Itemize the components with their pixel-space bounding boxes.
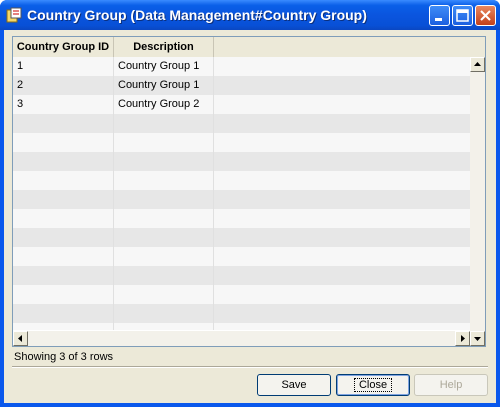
dialog-body: Country Group ID Description 1 Country G… [4,30,496,403]
grid-rows: 1 Country Group 1 2 Country Group 1 3 Co… [13,57,470,330]
vertical-scrollbar[interactable] [470,57,485,346]
scroll-down-button[interactable] [470,331,485,346]
empty-row [13,152,470,171]
save-button[interactable]: Save [257,374,331,396]
grid-header: Country Group ID Description [13,37,485,58]
table-row[interactable]: 1 Country Group 1 [13,57,470,76]
cell-description: Country Group 2 [114,95,214,114]
save-button-label: Save [281,379,307,391]
minimize-button[interactable] [429,5,450,26]
cell-country-group-id: 1 [13,57,114,76]
cell-country-group-id: 2 [13,76,114,95]
table-row[interactable]: 2 Country Group 1 [13,76,470,95]
empty-row [13,285,470,304]
empty-row [13,304,470,323]
empty-row [13,323,470,330]
arrow-right-icon [461,335,465,342]
column-header-description[interactable]: Description [114,37,214,57]
data-grid[interactable]: Country Group ID Description 1 Country G… [12,36,486,347]
empty-row [13,247,470,266]
maximize-icon [456,9,469,22]
scroll-right-button[interactable] [455,331,470,346]
close-window-button[interactable] [475,5,496,26]
empty-row [13,171,470,190]
divider [12,366,488,368]
close-button-label: Close [353,378,393,392]
arrow-left-icon [18,335,22,342]
minimize-icon [435,18,442,21]
help-button[interactable]: Help [414,374,488,396]
status-text: Showing 3 of 3 rows [14,351,114,363]
arrow-down-icon [474,337,481,341]
window-title: Country Group (Data Management#Country G… [27,7,367,23]
maximize-button[interactable] [452,5,473,26]
column-header-country-group-id[interactable]: Country Group ID [13,37,114,57]
empty-row [13,190,470,209]
empty-row [13,114,470,133]
empty-row [13,228,470,247]
cell-description: Country Group 1 [114,76,214,95]
empty-row [13,133,470,152]
help-button-label: Help [439,379,463,391]
title-bar[interactable]: Country Group (Data Management#Country G… [0,0,500,30]
scroll-up-button[interactable] [470,57,485,72]
scroll-left-button[interactable] [13,331,28,346]
empty-row [13,266,470,285]
close-icon [480,10,491,21]
horizontal-scrollbar[interactable] [13,331,470,346]
app-icon [6,7,22,23]
arrow-up-icon [474,62,481,66]
close-button[interactable]: Close [336,374,410,396]
window: Country Group (Data Management#Country G… [0,0,500,407]
cell-description: Country Group 1 [114,57,214,76]
empty-row [13,209,470,228]
table-row[interactable]: 3 Country Group 2 [13,95,470,114]
cell-country-group-id: 3 [13,95,114,114]
